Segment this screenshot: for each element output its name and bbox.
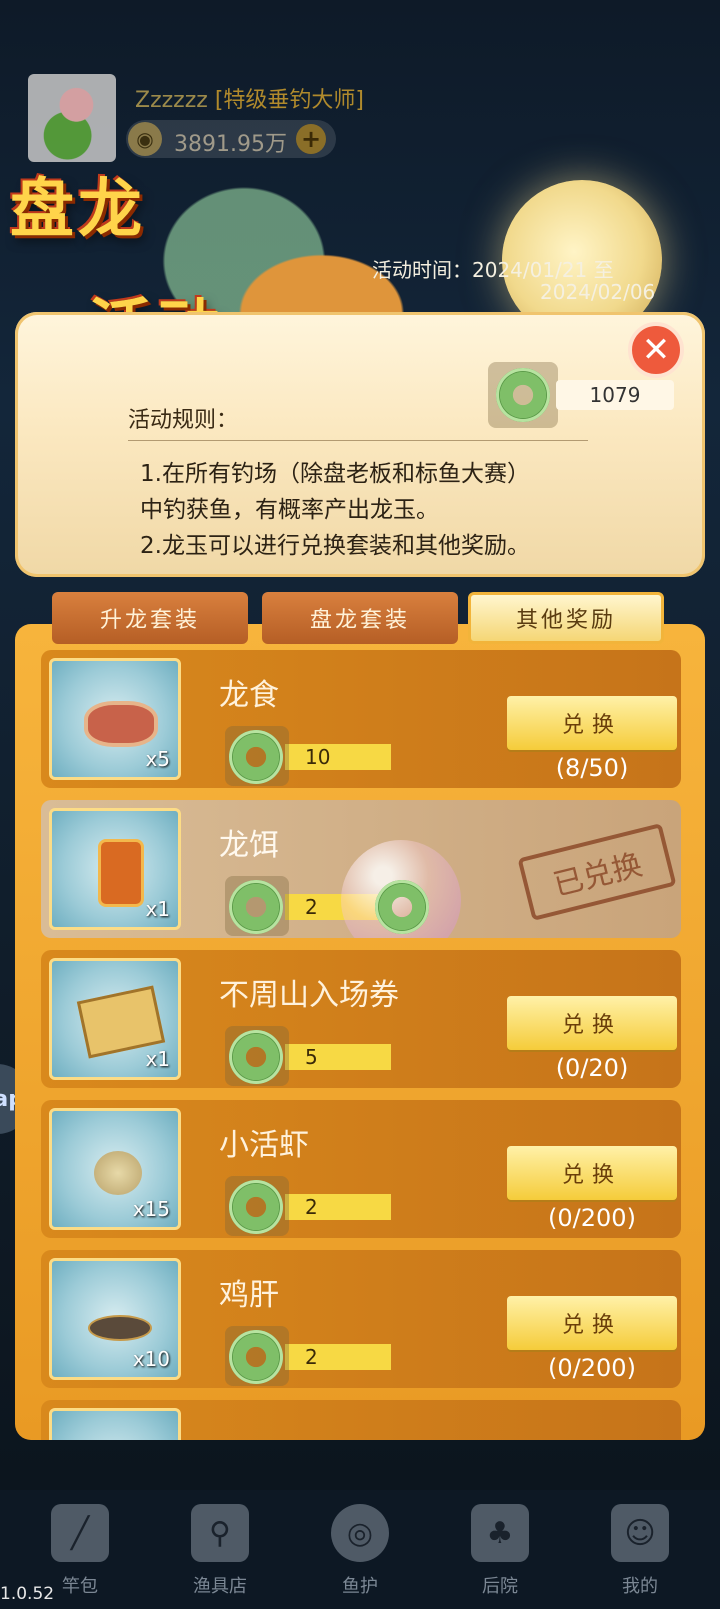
jade-balance: 1079 — [556, 380, 674, 410]
player-avatar[interactable] — [28, 74, 116, 162]
player-title: [特级垂钓大师] — [214, 88, 364, 113]
shrimp-icon — [94, 1151, 142, 1195]
close-button[interactable]: ✕ — [628, 322, 684, 378]
item-cost: 5 — [285, 1044, 391, 1070]
dragon-food-item-image: x5 — [49, 658, 181, 780]
item-cost: 10 — [285, 744, 391, 770]
reward-row-chicken-liver: x10 鸡肝 2 兑换 (0/200) — [41, 1250, 681, 1388]
exchange-count: (8/50) — [555, 754, 629, 782]
ticket-item-image: x1 — [49, 958, 181, 1080]
chicken-liver-item-image: x10 — [49, 1258, 181, 1380]
bottom-nav: ╱ 竿包 ⚲ 渔具店 ◎ 鱼护 ♣ 后院 ☺ 我的 — [0, 1490, 720, 1609]
nav-label: 鱼护 — [342, 1576, 378, 1597]
exchange-count: (0/200) — [548, 1354, 636, 1382]
player-name-line: Zzzzzz [特级垂钓大师] — [135, 82, 364, 114]
item-quantity: x1 — [145, 897, 170, 921]
profile-icon: ☺ — [611, 1504, 669, 1562]
dragon-jade-icon — [496, 368, 550, 422]
item-quantity: x5 — [145, 747, 170, 771]
steak-icon — [84, 701, 158, 747]
partial-item-image — [49, 1408, 181, 1440]
rule-line-3: 2.龙玉可以进行兑换套装和其他奖励。 — [140, 533, 530, 559]
bait-pouch-icon — [98, 839, 144, 907]
dragon-jade-icon — [229, 1030, 283, 1084]
exchange-button[interactable]: 兑换 — [507, 1146, 677, 1200]
rule-line-2: 中钓获鱼，有概率产出龙玉。 — [140, 497, 439, 523]
player-name: Zzzzzz — [135, 88, 208, 113]
event-title-line1: 盘龙 — [10, 173, 146, 247]
shrimp-item-image: x15 — [49, 1108, 181, 1230]
rules-divider — [128, 440, 588, 441]
dragon-jade-icon — [229, 1180, 283, 1234]
reward-tabs: 升龙套装 盘龙套装 其他奖励 — [48, 592, 672, 644]
tackle-shop-icon: ⚲ — [191, 1504, 249, 1562]
liver-dish-icon — [88, 1315, 152, 1341]
item-name: 鸡肝 — [219, 1278, 279, 1313]
rod-bag-icon: ╱ — [51, 1504, 109, 1562]
dragon-jade-icon — [229, 1330, 283, 1384]
tab-coiled-dragon-set[interactable]: 盘龙套装 — [262, 592, 458, 644]
reward-row-partial — [41, 1400, 681, 1440]
fish-keeper-icon: ◎ — [331, 1504, 389, 1562]
item-cost: 2 — [285, 1194, 391, 1220]
dragon-jade-icon — [375, 880, 429, 934]
nav-tackle-shop[interactable]: ⚲ 渔具店 — [160, 1504, 280, 1604]
event-time-label: 活动时间：2024/01/21 至 — [372, 258, 614, 282]
tab-ascend-dragon-set[interactable]: 升龙套装 — [52, 592, 248, 644]
reward-row-dragon-food: x5 龙食 10 兑换 (8/50) — [41, 650, 681, 788]
reward-row-dragon-bait: x1 龙饵 2 已兑换 — [41, 800, 681, 938]
item-name: 龙食 — [219, 678, 279, 713]
reward-list[interactable]: x5 龙食 10 兑换 (8/50) x1 龙饵 2 已兑换 x1 不周山入场券… — [15, 624, 705, 1440]
coin-icon: ◉ — [128, 122, 162, 156]
event-time-end: 2024/02/06 — [540, 280, 656, 304]
exchange-count: (0/20) — [555, 1054, 629, 1082]
reward-row-live-shrimp: x15 小活虾 2 兑换 (0/200) — [41, 1100, 681, 1238]
add-coins-button[interactable]: + — [296, 124, 326, 154]
nav-label: 后院 — [482, 1576, 518, 1597]
nav-label: 我的 — [622, 1576, 658, 1597]
item-name: 小活虾 — [219, 1128, 309, 1163]
item-name: 不周山入场券 — [219, 978, 399, 1013]
rule-line-1: 1.在所有钓场（除盘老板和标鱼大赛） — [140, 461, 530, 487]
version-label: 1.0.52 — [0, 1584, 55, 1604]
reward-row-buzhou-ticket: x1 不周山入场券 5 兑换 (0/20) — [41, 950, 681, 1088]
dragon-bait-item-image: x1 — [49, 808, 181, 930]
exchange-button[interactable]: 兑换 — [507, 696, 677, 750]
item-quantity: x15 — [132, 1197, 170, 1221]
dragon-jade-icon — [229, 880, 283, 934]
item-quantity: x10 — [132, 1347, 170, 1371]
nav-fish-keeper[interactable]: ◎ 鱼护 — [300, 1504, 420, 1604]
coin-balance: 3891.95万 — [174, 132, 287, 157]
close-icon: ✕ — [641, 330, 671, 370]
backyard-sprout-icon: ♣ — [471, 1504, 529, 1562]
item-quantity: x1 — [145, 1047, 170, 1071]
nav-profile[interactable]: ☺ 我的 — [580, 1504, 700, 1604]
tab-other-rewards[interactable]: 其他奖励 — [468, 592, 664, 644]
exchange-count: (0/200) — [548, 1204, 636, 1232]
dragon-jade-icon — [229, 730, 283, 784]
exchange-button[interactable]: 兑换 — [507, 996, 677, 1050]
exchange-button[interactable]: 兑换 — [507, 1296, 677, 1350]
item-name: 龙饵 — [219, 828, 279, 863]
claimed-stamp: 已兑换 — [517, 823, 677, 921]
nav-label: 渔具店 — [193, 1576, 247, 1597]
rules-title: 活动规则： — [128, 408, 239, 433]
item-cost: 2 — [285, 1344, 391, 1370]
nav-backyard[interactable]: ♣ 后院 — [440, 1504, 560, 1604]
